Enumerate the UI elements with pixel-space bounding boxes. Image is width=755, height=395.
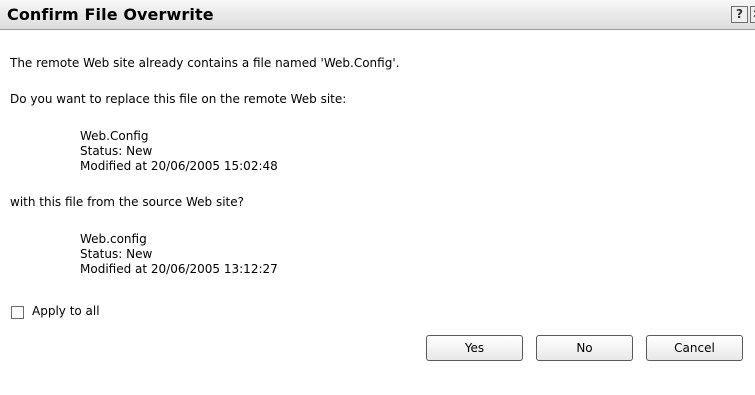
dialog-content: The remote Web site already contains a f… [0,31,755,395]
message-existing-file: The remote Web site already contains a f… [10,56,400,70]
source-file-info: Web.config Status: New Modified at 20/06… [80,232,278,277]
help-button[interactable]: ? [731,6,748,23]
message-source-question: with this file from the source Web site? [10,195,245,209]
remote-file-name: Web.Config [80,129,149,143]
remote-file-modified: Modified at 20/06/2005 15:02:48 [80,159,278,173]
apply-to-all-checkbox[interactable] [11,306,24,319]
remote-file-status: Status: New [80,144,153,158]
no-button[interactable]: No [536,335,633,361]
message-replace-question: Do you want to replace this file on the … [10,92,347,106]
confirm-overwrite-dialog: Confirm File Overwrite ? ✕ The remote We… [0,0,755,395]
dialog-title: Confirm File Overwrite [7,5,214,24]
apply-to-all-label[interactable]: Apply to all [32,304,100,318]
remote-file-info: Web.Config Status: New Modified at 20/06… [80,129,278,174]
source-file-modified: Modified at 20/06/2005 13:12:27 [80,262,278,276]
yes-button[interactable]: Yes [426,335,523,361]
title-bar: Confirm File Overwrite ? ✕ [0,0,755,30]
close-button[interactable]: ✕ [750,6,755,23]
cancel-button[interactable]: Cancel [646,335,743,361]
source-file-name: Web.config [80,232,147,246]
source-file-status: Status: New [80,247,153,261]
